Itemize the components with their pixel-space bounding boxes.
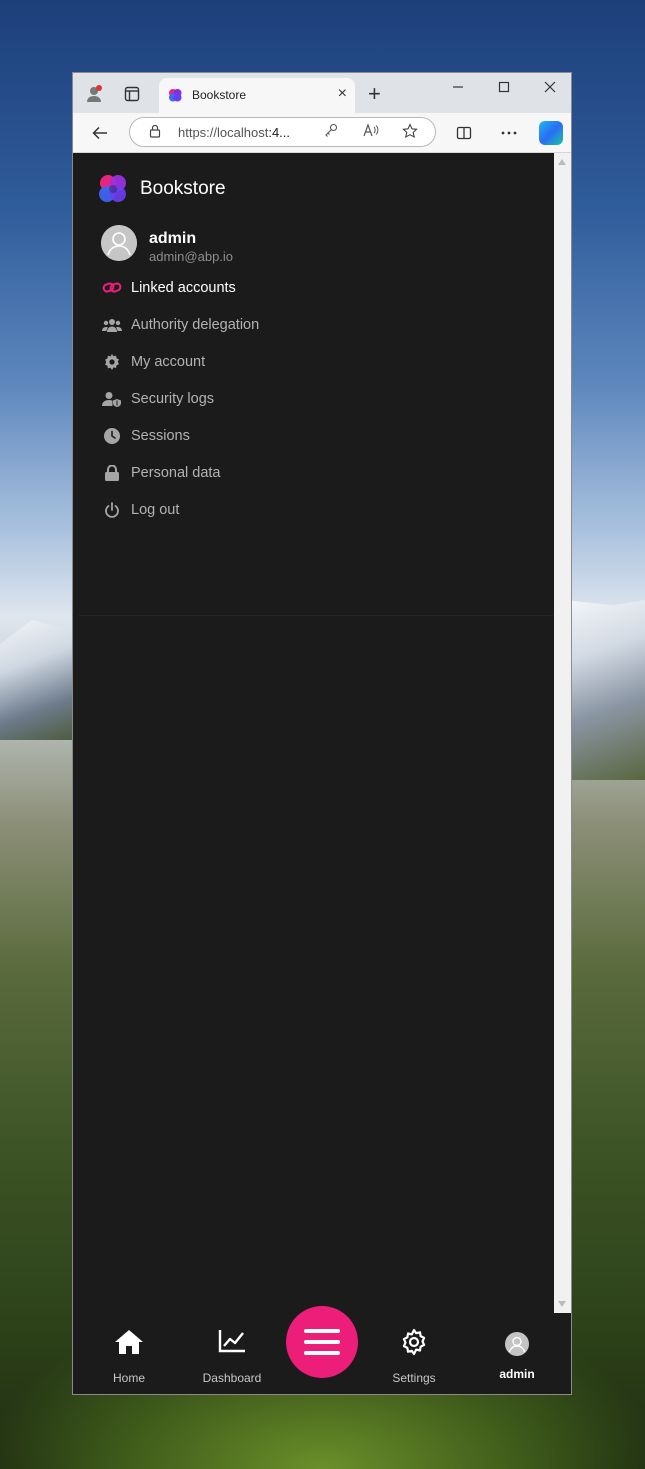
menu-item-label: Security logs xyxy=(131,390,215,407)
address-bar[interactable]: https://localhost:4... xyxy=(129,117,436,147)
abp-favicon-icon xyxy=(169,89,182,102)
users-icon xyxy=(102,315,122,335)
copilot-icon[interactable] xyxy=(539,121,563,145)
menu-item-my-account[interactable]: My account xyxy=(102,343,542,380)
nav-settings[interactable]: Settings xyxy=(374,1313,454,1393)
nav-user[interactable]: admin xyxy=(477,1313,557,1393)
user-email: admin@abp.io xyxy=(149,249,234,264)
scroll-up-icon[interactable] xyxy=(558,159,566,165)
menu-item-authority-delegation[interactable]: Authority delegation xyxy=(102,306,542,343)
user-avatar-icon xyxy=(505,1332,529,1361)
maximize-icon[interactable] xyxy=(492,80,516,98)
menu-item-linked-accounts[interactable]: Linked accounts xyxy=(102,269,542,306)
hamburger-icon xyxy=(304,1329,340,1355)
nav-settings-label: Settings xyxy=(392,1371,436,1385)
menu-item-label: Authority delegation xyxy=(131,316,260,333)
more-options-icon[interactable] xyxy=(498,122,520,144)
user-shield-icon xyxy=(102,389,122,409)
browser-window: Bookstore × + https://localhost:4... Boo… xyxy=(72,72,572,1395)
user-menu: Linked accounts Authority delegation My … xyxy=(102,269,542,528)
nav-home[interactable]: Home xyxy=(89,1313,169,1393)
menu-fab-button[interactable] xyxy=(286,1306,358,1378)
avatar[interactable] xyxy=(101,225,137,261)
scrollbar[interactable] xyxy=(554,153,571,1313)
close-window-icon[interactable] xyxy=(538,80,562,98)
menu-item-sessions[interactable]: Sessions xyxy=(102,417,542,454)
browser-tab[interactable]: Bookstore × xyxy=(159,78,355,113)
menu-item-label: Personal data xyxy=(131,464,221,481)
link-icon xyxy=(102,278,122,298)
tab-title: Bookstore xyxy=(192,88,247,102)
lock-icon xyxy=(102,463,122,483)
new-tab-button[interactable]: + xyxy=(368,81,381,107)
close-tab-icon[interactable]: × xyxy=(338,85,347,103)
nav-home-label: Home xyxy=(112,1371,145,1385)
clock-icon xyxy=(102,426,122,446)
abp-logo-icon xyxy=(99,175,126,202)
menu-item-label: Sessions xyxy=(131,427,190,444)
nav-dashboard[interactable]: Dashboard xyxy=(192,1313,272,1393)
bottom-navigation: Home Dashboard Settings admin xyxy=(76,1306,553,1393)
settings-gear-icon xyxy=(400,1328,428,1361)
profile-icon[interactable] xyxy=(83,83,105,105)
minimize-icon[interactable] xyxy=(446,80,470,98)
tab-actions-icon[interactable] xyxy=(121,83,143,105)
menu-item-label: Log out xyxy=(131,501,180,518)
split-screen-icon[interactable] xyxy=(453,122,475,144)
favorite-star-icon[interactable] xyxy=(402,123,418,142)
menu-item-personal-data[interactable]: Personal data xyxy=(102,454,542,491)
menu-item-security-logs[interactable]: Security logs xyxy=(102,380,542,417)
menu-item-log-out[interactable]: Log out xyxy=(102,491,542,528)
key-icon[interactable] xyxy=(324,123,338,140)
gear-icon xyxy=(102,352,122,372)
nav-user-label: admin xyxy=(499,1367,535,1381)
home-icon xyxy=(114,1329,144,1360)
back-icon[interactable] xyxy=(89,122,111,144)
url-text[interactable]: https://localhost:4... xyxy=(178,125,290,140)
brand[interactable]: Bookstore xyxy=(96,171,226,207)
menu-divider xyxy=(79,615,553,616)
background-mountain-right xyxy=(565,600,645,780)
read-aloud-icon[interactable] xyxy=(363,123,379,140)
lock-icon[interactable] xyxy=(148,124,162,138)
background-mountain-left xyxy=(0,620,80,740)
scroll-down-icon[interactable] xyxy=(558,1301,566,1307)
app-sidebar: Bookstore admin admin@abp.io Linked acco… xyxy=(76,153,553,1393)
menu-item-label: My account xyxy=(131,353,206,370)
power-icon xyxy=(102,500,122,520)
user-name: admin xyxy=(149,230,197,247)
nav-dashboard-label: Dashboard xyxy=(202,1371,262,1385)
brand-name: Bookstore xyxy=(140,178,226,199)
address-bar-row: https://localhost:4... xyxy=(73,113,571,153)
menu-item-label: Linked accounts xyxy=(131,279,236,296)
chart-line-icon xyxy=(218,1329,246,1358)
tab-bar: Bookstore × + xyxy=(73,73,571,113)
